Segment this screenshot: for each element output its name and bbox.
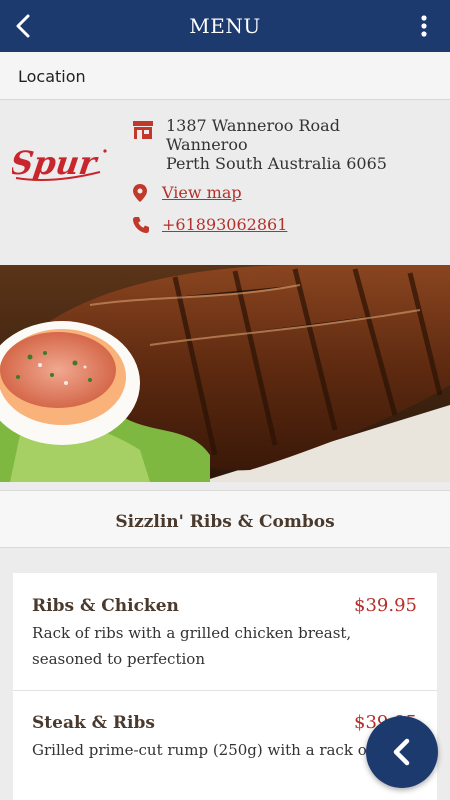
spur-logo: Spur	[12, 144, 107, 182]
ribs-hero-image	[0, 265, 450, 482]
item-price: $39.95	[354, 595, 417, 616]
item-description: Rack of ribs with a grilled chicken brea…	[32, 624, 352, 668]
more-options-button[interactable]	[406, 8, 442, 44]
address: 1387 Wanneroo Road Wanneroo Perth South …	[166, 116, 387, 173]
section-label: Location	[18, 67, 86, 86]
app-bar: MENU	[0, 0, 450, 52]
map-pin-icon	[133, 184, 147, 202]
address-line: Perth South Australia 6065	[166, 154, 387, 173]
menu-item[interactable]: Ribs & Chicken $39.95 Rack of ribs with …	[13, 573, 437, 691]
view-map-link[interactable]: View map	[162, 183, 242, 202]
store-icon	[133, 121, 153, 139]
item-description: Grilled prime-cut rump (250g) with a rac…	[32, 741, 407, 759]
svg-text:Spur: Spur	[12, 144, 101, 182]
back-fab-button[interactable]	[366, 716, 438, 788]
section-header: Location	[0, 52, 450, 100]
item-name: Steak & Ribs	[32, 713, 155, 733]
phone-link[interactable]: +61893062861	[162, 215, 287, 234]
page-title: MENU	[189, 14, 261, 38]
more-vertical-icon	[421, 15, 427, 37]
phone-icon	[133, 217, 149, 233]
item-name: Ribs & Chicken	[32, 596, 179, 616]
chevron-left-icon	[393, 738, 410, 766]
address-line: Wanneroo	[166, 135, 248, 154]
category-title: Sizzlin' Ribs & Combos	[115, 512, 335, 532]
category-header: Sizzlin' Ribs & Combos	[0, 490, 450, 548]
address-line: 1387 Wanneroo Road	[166, 116, 340, 135]
